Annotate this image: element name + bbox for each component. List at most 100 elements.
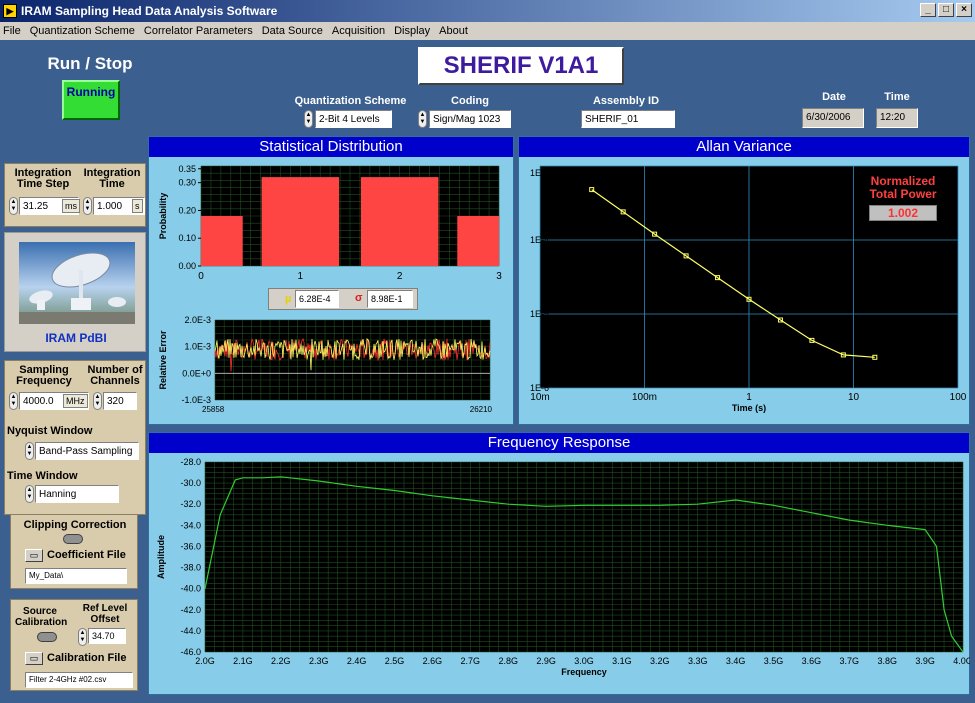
source-calibration-toggle[interactable] xyxy=(37,632,57,642)
freq-x-tick: 3.8G xyxy=(877,656,897,666)
stat-y-tick: 0.35 xyxy=(178,164,196,174)
stat-x-tick: 1 xyxy=(298,271,304,282)
nyquist-window-field[interactable]: Band-Pass Sampling xyxy=(35,442,139,460)
error-y-tick: 1.0E-3 xyxy=(184,342,211,352)
freq-x-tick: 3.9G xyxy=(915,656,935,666)
freq-x-tick: 2.2G xyxy=(271,656,291,666)
quant-scheme-stepper[interactable]: ▲ ▼ xyxy=(304,110,313,128)
menu-about[interactable]: About xyxy=(439,25,468,37)
maximize-button[interactable]: □ xyxy=(938,3,954,17)
coefficient-file-label: Coefficient File xyxy=(47,549,126,561)
stat-y-tick: 0.20 xyxy=(178,205,196,215)
menu-display[interactable]: Display xyxy=(394,25,430,37)
stat-y-tick: 0.00 xyxy=(178,261,196,271)
telescope-dish-icon xyxy=(19,252,135,324)
time-window-stepper[interactable]: ▲ ▼ xyxy=(25,485,34,503)
ref-level-field[interactable]: 34.70 xyxy=(88,628,126,644)
assembly-id-label: Assembly ID xyxy=(592,95,660,107)
quant-scheme-field[interactable]: 2-Bit 4 Levels xyxy=(315,110,392,128)
freq-title: Frequency Response xyxy=(149,433,969,453)
freq-x-tick: 2.8G xyxy=(498,656,518,666)
freq-x-tick: 2.0G xyxy=(195,656,215,666)
freq-x-tick: 2.7G xyxy=(461,656,481,666)
quant-scheme-label: Quantization Scheme xyxy=(294,95,407,107)
stat-bar xyxy=(261,177,340,266)
stat-x-tick: 2 xyxy=(397,271,403,282)
logo-box: IRAM PdBI xyxy=(4,232,146,352)
coefficient-file-path[interactable]: My_Data\ xyxy=(25,568,127,584)
freq-ylabel: Amplitude xyxy=(156,535,166,579)
sampling-frequency-label: Sampling Frequency xyxy=(16,364,72,387)
ref-level-stepper[interactable]: ▲ ▼ xyxy=(78,628,87,646)
telescope-image xyxy=(19,242,135,324)
freq-x-tick: 2.1G xyxy=(233,656,253,666)
freq-x-tick: 2.9G xyxy=(536,656,556,666)
folder-icon: ▭ xyxy=(29,653,39,663)
number-of-channels-label: Number of Channels xyxy=(87,364,143,387)
freq-x-tick: 3.7G xyxy=(840,656,860,666)
freq-y-tick: -34.0 xyxy=(180,520,201,530)
calibration-file-path[interactable]: Filter 2-4GHz #02.csv xyxy=(25,672,133,688)
coding-field[interactable]: Sign/Mag 1023 xyxy=(429,110,511,128)
freq-x-tick: 3.0G xyxy=(574,656,594,666)
menu-acquisition[interactable]: Acquisition xyxy=(332,25,385,37)
run-stop-button[interactable]: Running xyxy=(62,80,120,120)
nyquist-window-stepper[interactable]: ▲ ▼ xyxy=(25,442,34,460)
stat-title: Statistical Distribution xyxy=(149,137,513,157)
calibration-folder-button[interactable]: ▭ xyxy=(25,652,43,665)
error-x-tick: 25858 xyxy=(202,405,225,414)
sampling-box: Sampling Frequency Number of Channels ▲ ▼… xyxy=(4,360,146,515)
time-label: Time xyxy=(884,91,910,103)
menu-correlator-parameters[interactable]: Correlator Parameters xyxy=(144,25,253,37)
assembly-id-field[interactable]: SHERIF_01 xyxy=(581,110,675,128)
freq-x-tick: 2.5G xyxy=(385,656,405,666)
clipping-box: Clipping Correction ▭ Coefficient File M… xyxy=(10,514,138,589)
allan-x-tick: 10 xyxy=(848,392,860,403)
integration-step-unit: ms xyxy=(62,199,80,213)
freq-x-tick: 2.3G xyxy=(309,656,329,666)
close-button[interactable]: × xyxy=(956,3,972,17)
menu-quantization-scheme[interactable]: Quantization Scheme xyxy=(30,25,135,37)
time-window-field[interactable]: Hanning xyxy=(35,485,119,503)
channels-field[interactable]: 320 xyxy=(103,392,137,410)
menu-bar: File Quantization Scheme Correlator Para… xyxy=(0,22,975,39)
allan-x-tick: 10m xyxy=(530,392,549,403)
clipping-correction-label: Clipping Correction xyxy=(23,519,127,531)
integration-step-label: Integration Time Step xyxy=(14,167,72,190)
app-icon: ▶ xyxy=(3,4,17,18)
stat-y-tick: 0.30 xyxy=(178,178,196,188)
freq-xlabel: Frequency xyxy=(561,667,607,677)
sampling-frequency-stepper[interactable]: ▲ ▼ xyxy=(9,392,18,410)
menu-file[interactable]: File xyxy=(3,25,21,37)
clipping-toggle[interactable] xyxy=(63,534,83,544)
minimize-button[interactable]: _ xyxy=(920,3,936,17)
error-x-tick: 26210 xyxy=(470,405,493,414)
error-ylabel: Relative Error xyxy=(158,330,168,390)
integration-time-stepper[interactable]: ▲ ▼ xyxy=(83,197,92,215)
freq-y-tick: -38.0 xyxy=(180,563,201,573)
page-title: SHERIF V1A1 xyxy=(418,47,624,85)
allan-y-tick: 1E-4 xyxy=(530,235,549,245)
freq-x-tick: 3.5G xyxy=(764,656,784,666)
error-y-tick: 0.0E+0 xyxy=(182,368,211,378)
integration-step-stepper[interactable]: ▲ ▼ xyxy=(9,197,18,215)
channels-stepper[interactable]: ▲ ▼ xyxy=(93,392,102,410)
freq-y-tick: -30.0 xyxy=(180,478,201,488)
freq-y-tick: -28.0 xyxy=(180,457,201,467)
stat-ylabel: Probability xyxy=(158,193,168,240)
integration-time-value: 1.000 xyxy=(97,201,123,212)
allan-xlabel: Time (s) xyxy=(732,403,766,413)
window-titlebar: ▶ IRAM Sampling Head Data Analysis Softw… xyxy=(0,0,975,22)
freq-x-tick: 3.1G xyxy=(612,656,632,666)
freq-x-tick: 2.6G xyxy=(423,656,443,666)
stat-bar xyxy=(457,216,499,266)
coefficient-folder-button[interactable]: ▭ xyxy=(25,549,43,562)
freq-x-tick: 3.3G xyxy=(688,656,708,666)
error-y-tick: -1.0E-3 xyxy=(181,395,211,405)
coding-stepper[interactable]: ▲ ▼ xyxy=(418,110,427,128)
allan-y-tick: 1E-5 xyxy=(530,309,549,319)
menu-data-source[interactable]: Data Source xyxy=(262,25,323,37)
sampling-frequency-value: 4000.0 xyxy=(23,396,54,407)
stat-x-tick: 3 xyxy=(496,271,502,282)
stat-bar xyxy=(360,177,439,266)
